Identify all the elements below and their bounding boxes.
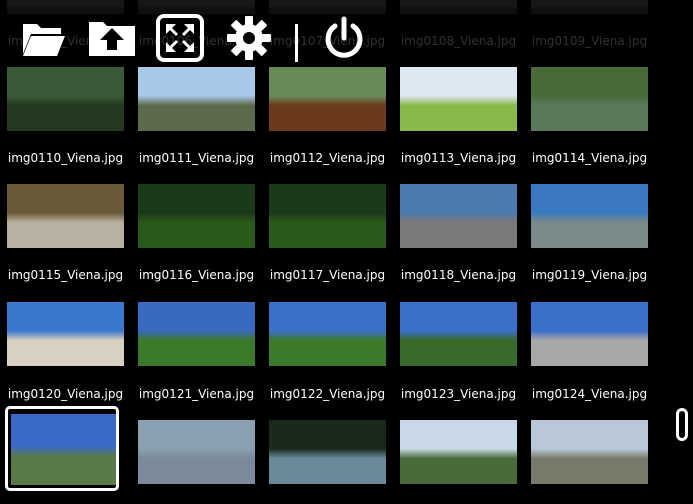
- thumbnail-image[interactable]: [531, 302, 648, 366]
- thumbnail-image[interactable]: [11, 414, 116, 485]
- thumbnail-grid: img0105_Viena.jpgimg0106_Viena.jpgimg010…: [0, 0, 693, 504]
- thumbnail-caption: img0111_Viena.jpg: [138, 151, 255, 165]
- up-directory-button[interactable]: [88, 14, 136, 62]
- power-button[interactable]: [320, 14, 368, 62]
- thumbnail-caption: img0115_Viena.jpg: [7, 268, 124, 282]
- thumbnail-caption: img0114_Viena.jpg: [531, 151, 648, 165]
- toolbar: [0, 0, 693, 62]
- thumbnail-image[interactable]: [138, 302, 255, 366]
- scrollbar-thumb[interactable]: [676, 408, 688, 441]
- thumbnail-caption: img0121_Viena.jpg: [138, 387, 255, 401]
- fullscreen-button[interactable]: [156, 14, 204, 62]
- open-folder-button[interactable]: [19, 14, 67, 62]
- thumbnail-image[interactable]: [400, 184, 517, 248]
- gear-icon: [227, 16, 271, 60]
- thumbnail-image[interactable]: [531, 184, 648, 248]
- thumbnail-image[interactable]: [7, 302, 124, 366]
- thumbnail-image[interactable]: [269, 67, 386, 131]
- thumbnail-image[interactable]: [531, 67, 648, 131]
- thumbnail-image[interactable]: [7, 184, 124, 248]
- thumbnail-image[interactable]: [7, 67, 124, 131]
- settings-button[interactable]: [225, 14, 273, 62]
- thumbnail-caption: img0117_Viena.jpg: [269, 268, 386, 282]
- toolbar-divider: [295, 24, 298, 62]
- thumbnail-caption: img0112_Viena.jpg: [269, 151, 386, 165]
- thumbnail-caption: img0116_Viena.jpg: [138, 268, 255, 282]
- thumbnail-caption: img0110_Viena.jpg: [7, 151, 124, 165]
- thumbnail-caption: img0120_Viena.jpg: [7, 387, 124, 401]
- thumbnail-image[interactable]: [269, 184, 386, 248]
- thumbnail-image[interactable]: [269, 420, 386, 484]
- arrow-up-icon: [89, 22, 135, 56]
- fullscreen-icon: [156, 14, 204, 62]
- thumbnail-image[interactable]: [400, 302, 517, 366]
- thumbnail-caption: img0124_Viena.jpg: [531, 387, 648, 401]
- thumbnail-image[interactable]: [138, 67, 255, 131]
- folder-open-icon: [23, 24, 65, 56]
- thumbnail-image[interactable]: [531, 420, 648, 484]
- thumbnail-image[interactable]: [400, 420, 517, 484]
- thumbnail-caption: img0118_Viena.jpg: [400, 268, 517, 282]
- thumbnail-image[interactable]: [138, 420, 255, 484]
- thumbnail-image[interactable]: [138, 184, 255, 248]
- thumbnail-caption: img0113_Viena.jpg: [400, 151, 517, 165]
- thumbnail-caption: img0123_Viena.jpg: [400, 387, 517, 401]
- thumbnail-image[interactable]: [400, 67, 517, 131]
- power-icon: [325, 16, 363, 58]
- thumbnail-caption: img0122_Viena.jpg: [269, 387, 386, 401]
- thumbnail-image[interactable]: [269, 302, 386, 366]
- thumbnail-caption: img0119_Viena.jpg: [531, 268, 648, 282]
